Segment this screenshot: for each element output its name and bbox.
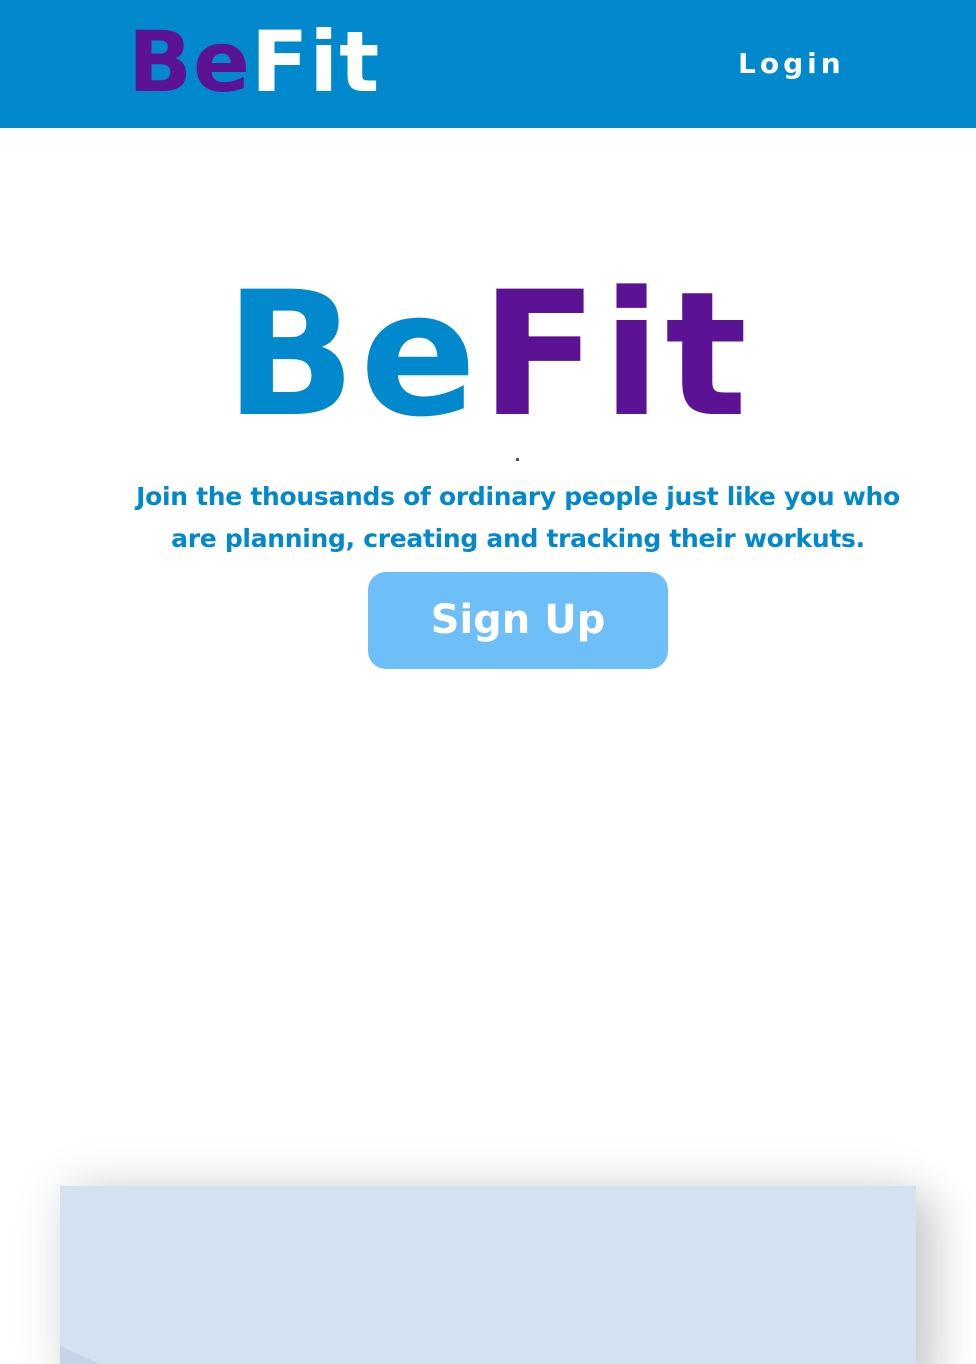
header-logo[interactable]: BeFit [128, 12, 380, 112]
top-navbar: BeFit Login [0, 0, 976, 128]
hero-logo: BeFit [0, 269, 976, 441]
signup-button[interactable]: Sign Up [368, 572, 668, 669]
header-logo-fit: Fit [251, 13, 381, 111]
hero-tagline: Join the thousands of ordinary people ju… [136, 482, 900, 553]
login-link[interactable]: Login [738, 44, 845, 84]
feature-panel [60, 1186, 916, 1364]
landing-page: BeFit Login BeFit Join the thousands of … [0, 0, 976, 1364]
header-logo-be: Be [128, 13, 251, 111]
hero-logo-be: Be [224, 254, 481, 455]
panel-decoration [60, 1346, 100, 1364]
hero-logo-fit: Fit [480, 254, 752, 455]
divider-dot [516, 458, 519, 461]
